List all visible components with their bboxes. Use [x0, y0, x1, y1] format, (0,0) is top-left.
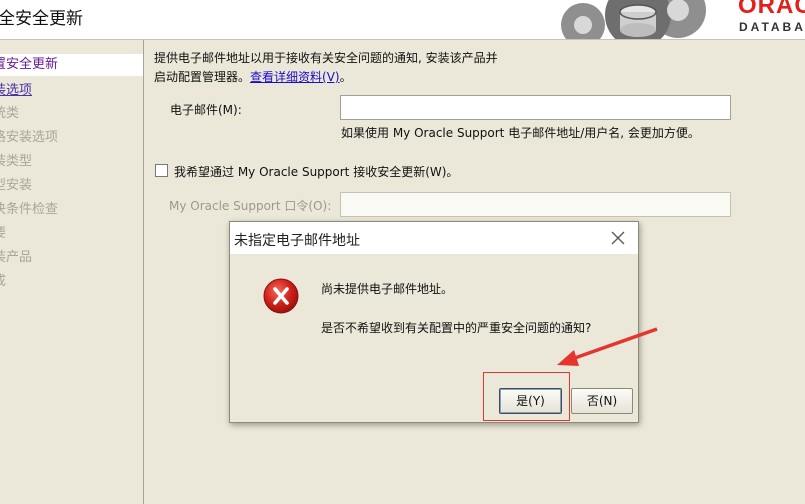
red-arrow-icon [557, 327, 658, 366]
